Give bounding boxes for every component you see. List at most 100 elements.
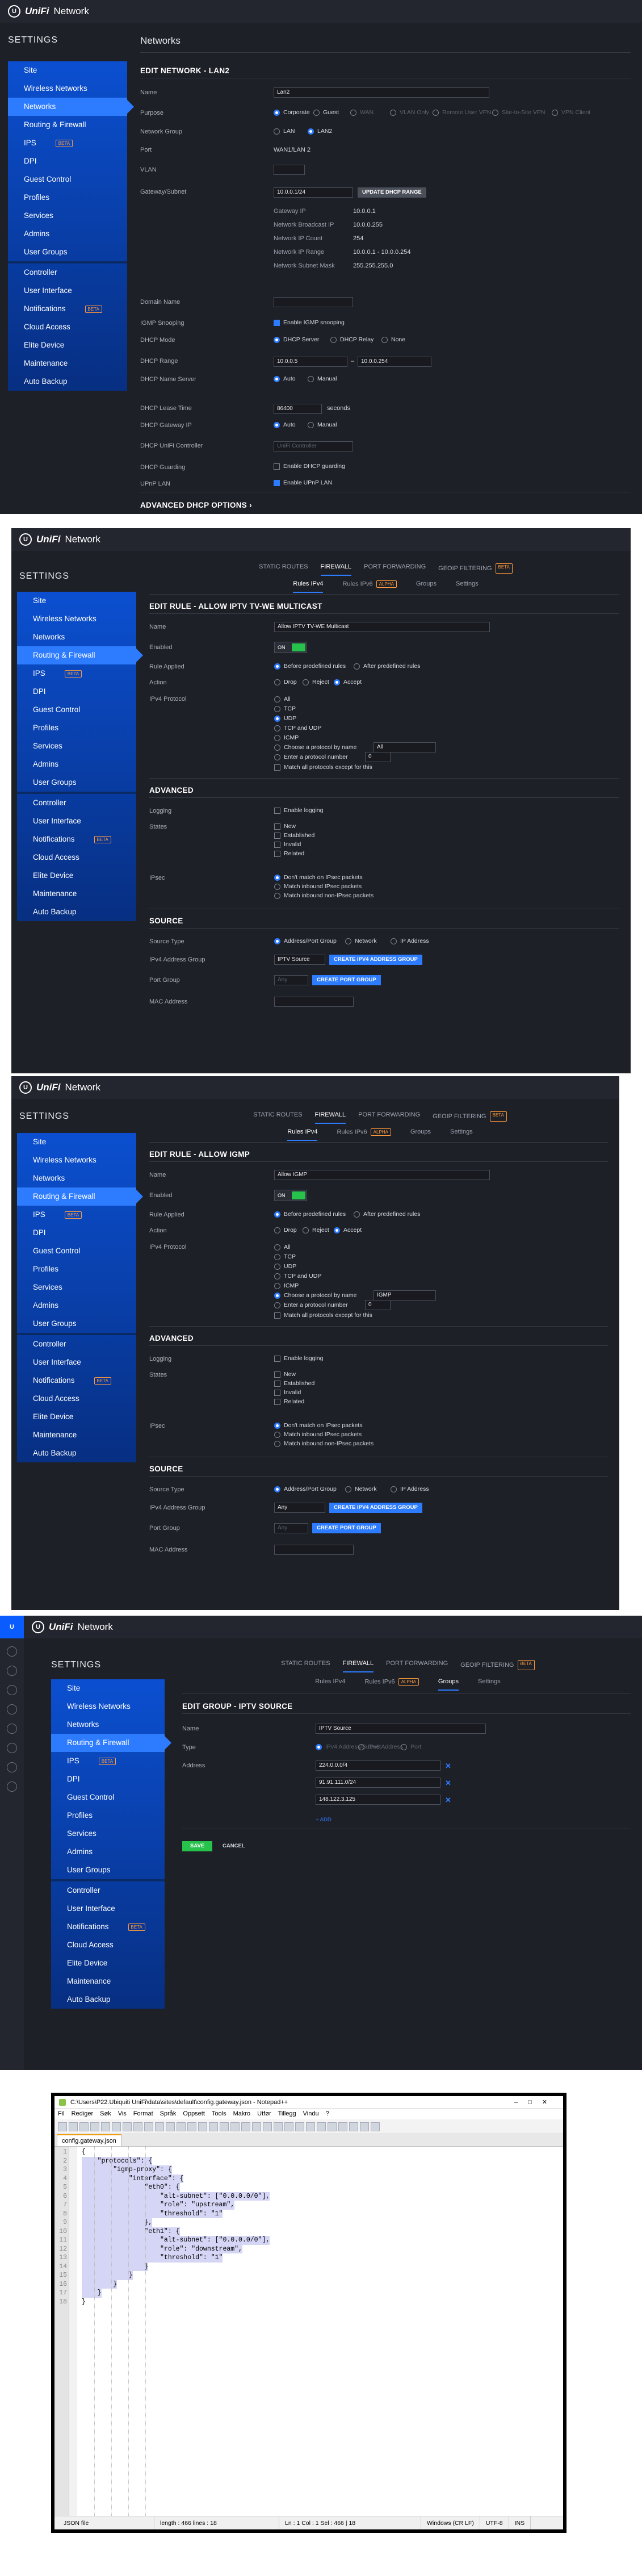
source-type-network[interactable]: Network: [345, 1486, 377, 1492]
events-icon[interactable]: [7, 1782, 17, 1792]
menu-10[interactable]: Tillegg: [278, 2109, 296, 2119]
state-invalid[interactable]: Invalid: [274, 841, 301, 848]
type-port[interactable]: Port: [401, 1743, 421, 1750]
match-all-checkbox[interactable]: Match all protocols except for this: [274, 764, 372, 771]
sidebar-item-routing-firewall[interactable]: Routing & Firewall: [17, 1187, 143, 1206]
insights-icon[interactable]: [7, 1743, 17, 1753]
map-icon[interactable]: [7, 1685, 17, 1695]
add-address-button[interactable]: + ADD: [316, 1817, 332, 1823]
dhcp-guarding-checkbox[interactable]: Enable DHCP guarding: [274, 463, 345, 470]
name-server-manual[interactable]: Manual: [308, 375, 337, 382]
menu-2[interactable]: Søk: [100, 2109, 111, 2119]
protocol-all[interactable]: All: [274, 1244, 291, 1251]
protocol-choose-a-protocol-by-name[interactable]: Choose a protocol by name: [274, 1292, 356, 1299]
address-input-2[interactable]: 148.122.3.125: [316, 1795, 440, 1805]
sidebar-item-ips[interactable]: IPS BETA: [8, 134, 127, 152]
tab-static-routes[interactable]: STATIC ROUTES: [253, 1111, 302, 1124]
toolbar-button-icon[interactable]: [349, 2122, 358, 2131]
remove-address-icon[interactable]: ✕: [445, 1762, 451, 1771]
ipsec-option-2[interactable]: Match inbound non-IPsec packets: [274, 892, 374, 899]
lease-time-input[interactable]: 86400: [274, 404, 322, 414]
dhcp-range-end[interactable]: 10.0.0.254: [358, 357, 431, 367]
toolbar-button-icon[interactable]: [209, 2122, 218, 2131]
sidebar-item-cloud-access[interactable]: Cloud Access: [17, 848, 136, 867]
sidebar-item-site[interactable]: Site: [17, 1133, 136, 1151]
protocol-enter-a-protocol-number[interactable]: Enter a protocol number: [274, 754, 348, 760]
create-address-group-button[interactable]: CREATE IPV4 ADDRESS GROUP: [329, 1503, 422, 1513]
toolbar-button-icon[interactable]: [155, 2122, 164, 2131]
sidebar-item-notifications[interactable]: Notifications BETA: [17, 830, 136, 848]
toolbar-button-icon[interactable]: [187, 2122, 196, 2131]
toolbar-button-icon[interactable]: [198, 2122, 207, 2131]
rule-name-input[interactable]: Allow IPTV TV-WE Multicast: [274, 622, 490, 632]
toolbar-button-icon[interactable]: [241, 2122, 250, 2131]
toolbar-button-icon[interactable]: [317, 2122, 326, 2131]
purpose-vlan-only[interactable]: VLAN Only: [390, 109, 429, 116]
sidebar-item-networks[interactable]: Networks: [8, 98, 134, 116]
action-drop[interactable]: Drop: [274, 1227, 297, 1233]
tab-static-routes[interactable]: STATIC ROUTES: [281, 1660, 330, 1672]
sidebar-item-site[interactable]: Site: [17, 592, 136, 610]
toolbar-button-icon[interactable]: [274, 2122, 283, 2131]
sidebar-item-profiles[interactable]: Profiles: [17, 719, 136, 737]
sidebar-item-site[interactable]: Site: [8, 61, 127, 80]
sidebar-item-user-interface[interactable]: User Interface: [17, 1353, 136, 1371]
sidebar-item-ips[interactable]: IPS BETA: [51, 1752, 165, 1770]
action-reject[interactable]: Reject: [303, 1227, 329, 1233]
sidebar-item-controller[interactable]: Controller: [17, 1335, 136, 1353]
advanced-toggle[interactable]: ADVANCED: [149, 786, 194, 794]
protocol-udp[interactable]: UDP: [274, 715, 296, 722]
sidebar-item-admins[interactable]: Admins: [8, 225, 127, 243]
ipsec-option-1[interactable]: Match inbound IPsec packets: [274, 883, 362, 890]
purpose-site-to-site-vpn[interactable]: Site-to-Site VPN: [492, 109, 545, 116]
protocol-all[interactable]: All: [274, 696, 291, 702]
dhcp-range-start[interactable]: 10.0.0.5: [274, 357, 347, 367]
sidebar-item-guest-control[interactable]: Guest Control: [51, 1788, 165, 1806]
menu-4[interactable]: Format: [133, 2109, 153, 2119]
mac-input[interactable]: [274, 997, 354, 1007]
sidebar-item-controller[interactable]: Controller: [51, 1881, 165, 1900]
igmp-snooping-checkbox[interactable]: Enable IGMP snooping: [274, 319, 345, 326]
sidebar-item-user-groups[interactable]: User Groups: [8, 243, 127, 261]
match-all-checkbox[interactable]: Match all protocols except for this: [274, 1312, 372, 1319]
sidebar-item-user-interface[interactable]: User Interface: [17, 812, 136, 830]
mac-input[interactable]: [274, 1545, 354, 1555]
protocol-udp[interactable]: UDP: [274, 1263, 296, 1270]
sidebar-item-routing-firewall[interactable]: Routing & Firewall: [17, 646, 143, 664]
editor[interactable]: 1{2 "protocols": {3 "igmp-proxy": {4 "in…: [54, 2147, 563, 2516]
menu-8[interactable]: Makro: [233, 2109, 251, 2119]
toolbar-button-icon[interactable]: [220, 2122, 229, 2131]
purpose-wan[interactable]: WAN: [350, 109, 374, 116]
menu-1[interactable]: Rediger: [72, 2109, 94, 2119]
gateway-ip-manual[interactable]: Manual: [308, 421, 337, 428]
source-type-network[interactable]: Network: [345, 938, 377, 944]
menu-9[interactable]: Utfør: [257, 2109, 271, 2119]
subtab-groups[interactable]: Groups: [438, 1678, 459, 1691]
ipsec-option-1[interactable]: Match inbound IPsec packets: [274, 1431, 362, 1438]
dhcp-mode-none[interactable]: None: [381, 336, 405, 343]
action-drop[interactable]: Drop: [274, 679, 297, 685]
sidebar-item-profiles[interactable]: Profiles: [8, 189, 127, 207]
rule-applied-0[interactable]: Before predefined rules: [274, 1211, 346, 1218]
toolbar-button-icon[interactable]: [252, 2122, 261, 2131]
sidebar-item-ips[interactable]: IPS BETA: [17, 664, 136, 683]
sidebar-item-ips[interactable]: IPS BETA: [17, 1206, 136, 1224]
remove-address-icon[interactable]: ✕: [445, 1796, 451, 1805]
dashboard-icon[interactable]: [7, 1646, 17, 1657]
sidebar-item-routing-firewall[interactable]: Routing & Firewall: [51, 1734, 171, 1752]
purpose-vpn-client[interactable]: VPN Client: [552, 109, 590, 116]
sidebar-item-services[interactable]: Services: [17, 1278, 136, 1297]
sidebar-item-admins[interactable]: Admins: [17, 1297, 136, 1315]
ipsec-option-2[interactable]: Match inbound non-IPsec packets: [274, 1440, 374, 1447]
tab-port-forwarding[interactable]: PORT FORWARDING: [358, 1111, 420, 1124]
state-related[interactable]: Related: [274, 1398, 304, 1405]
sidebar-item-maintenance[interactable]: Maintenance: [51, 1972, 165, 1990]
protocol-icmp[interactable]: ICMP: [274, 1282, 299, 1289]
subtab-ipv6[interactable]: Rules IPv6 ALPHA: [342, 580, 397, 593]
sidebar-item-wireless-networks[interactable]: Wireless Networks: [17, 1151, 136, 1169]
enabled-toggle[interactable]: ON: [274, 642, 307, 653]
address-group-select[interactable]: Any: [274, 1503, 325, 1513]
toolbar-button-icon[interactable]: [101, 2122, 110, 2131]
sidebar-item-maintenance[interactable]: Maintenance: [8, 354, 127, 373]
subtab-ipv6[interactable]: Rules IPv6 ALPHA: [337, 1128, 391, 1141]
